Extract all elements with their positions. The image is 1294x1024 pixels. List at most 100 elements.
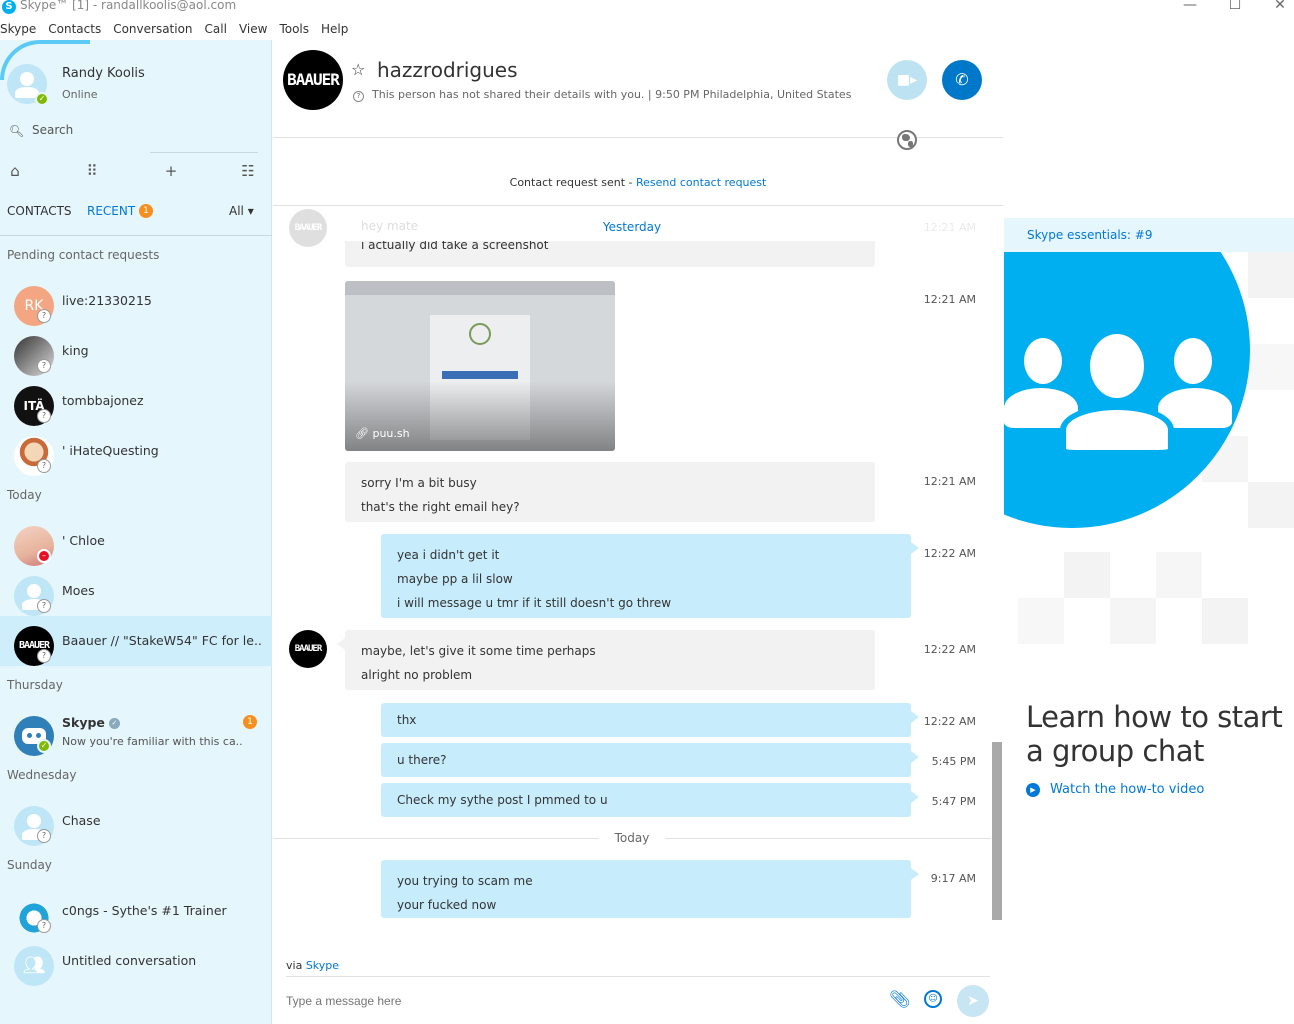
image-button-bar: [442, 371, 518, 379]
contact-name[interactable]: hazzrodrigues: [377, 58, 518, 82]
play-icon: ▶: [1026, 782, 1040, 797]
filter-label: All: [229, 204, 244, 218]
tab-contacts[interactable]: CONTACTS: [7, 204, 72, 218]
section-wednesday: Wednesday: [7, 768, 77, 782]
profile-avatar[interactable]: ✓: [7, 64, 49, 106]
sidebar-item-chase[interactable]: ? Chase: [0, 796, 272, 846]
sidebar-item-label: tombbajonez: [62, 393, 144, 408]
sidebar-item-c0ngs[interactable]: ? c0ngs - Sythe's #1 Trainer: [0, 886, 272, 936]
emoji-icon[interactable]: ☺: [924, 990, 942, 1008]
scrollbar[interactable]: [992, 742, 1002, 920]
contact-request-bar: Contact request sent - Resend contact re…: [273, 138, 1003, 206]
toolbar: ⌂ ⠿ + ☷: [0, 152, 272, 192]
unread-badge: 1: [243, 715, 257, 729]
day-separator-yesterday: Yesterday: [602, 220, 662, 234]
pending-status-icon: ?: [37, 409, 51, 423]
maximize-button[interactable]: ☐: [1220, 0, 1250, 13]
menu-call[interactable]: Call: [205, 20, 227, 40]
essentials-pane: Skype essentials: #9 Learn how to start a…: [1004, 40, 1294, 1024]
message-line: i actually did take a screenshot: [361, 241, 549, 252]
message-bubble: maybe, let's give it some time perhaps a…: [337, 630, 875, 690]
contacts-book-icon[interactable]: ☷: [238, 162, 258, 180]
sidebar: ✓ Randy Koolis Online 🔍︎ Search ⌂ ⠿ + ☷ …: [0, 40, 272, 1024]
sidebar-item-tombbajonez[interactable]: ITÄ ? tombbajonez: [0, 376, 272, 426]
filter-dropdown[interactable]: All ▾: [229, 204, 254, 218]
message-line: you trying to scam me: [397, 874, 533, 888]
message-time: 12:22 AM: [923, 547, 976, 560]
sidebar-item-king[interactable]: ? king: [0, 326, 272, 376]
message-line: your fucked now: [397, 898, 497, 912]
message-time: 5:45 PM: [931, 755, 976, 768]
message-input[interactable]: [286, 994, 846, 1008]
dialpad-icon[interactable]: ⠿: [82, 162, 102, 180]
watch-video-label: Watch the how-to video: [1050, 782, 1205, 797]
minimize-button[interactable]: —: [1175, 0, 1205, 13]
section-today: Today: [7, 488, 42, 502]
day-separator-label: Today: [598, 831, 666, 845]
conversation-pane: BAAUER ☆ hazzrodrigues ? This person has …: [273, 40, 1003, 1024]
message-line: that's the right email hey?: [361, 500, 520, 514]
day-separator-today: Today: [273, 831, 991, 845]
send-button[interactable]: ➤: [957, 985, 989, 1017]
avatar: ?: [7, 801, 54, 846]
essentials-label[interactable]: Skype essentials: #9: [1027, 228, 1152, 242]
message-time: 12:21 AM: [923, 475, 976, 488]
pending-status-icon: ?: [37, 829, 51, 843]
message-bubble: i actually did take a screenshot: [345, 241, 875, 267]
online-status-icon: ✓: [37, 739, 51, 753]
section-thursday: Thursday: [7, 678, 63, 692]
watch-video-link[interactable]: ▶ Watch the how-to video: [1026, 782, 1204, 797]
profile-name[interactable]: Randy Koolis: [62, 66, 145, 81]
pending-status-icon: ?: [37, 459, 51, 473]
via-skype-link[interactable]: Skype: [306, 959, 339, 972]
sidebar-item-untitled-conversation[interactable]: 👥︎ Untitled conversation: [0, 936, 272, 986]
menu-help[interactable]: Help: [321, 20, 348, 40]
home-icon[interactable]: ⌂: [5, 162, 25, 180]
sidebar-item-ihatequesting[interactable]: ? ' iHateQuesting: [0, 426, 272, 476]
tab-recent[interactable]: RECENT: [87, 204, 135, 218]
message-list: BAAUER hey mate 12:21 AM Yesterday i act…: [273, 207, 1003, 952]
avatar: ?: [7, 331, 54, 376]
message-time: 12:22 AM: [923, 715, 976, 728]
sidebar-item-label: ' iHateQuesting: [62, 443, 159, 458]
heading-line-2: a group chat: [1026, 734, 1204, 768]
sidebar-item-label: Untitled conversation: [62, 953, 197, 968]
message-line: alright no problem: [361, 668, 473, 682]
favorite-star-icon[interactable]: ☆: [351, 60, 365, 79]
check-circle-icon: [469, 323, 491, 345]
message-time: 12:21 AM: [923, 293, 976, 306]
message-line: maybe pp a lil slow: [397, 572, 513, 586]
menu-tools[interactable]: Tools: [279, 20, 309, 40]
sidebar-item-baauer[interactable]: BAAUER ? Baauer // "StakeW54" FC for le.…: [0, 616, 272, 666]
sidebar-item-skype[interactable]: ✓ Skype ✓ Now you're familiar with this c…: [0, 706, 272, 756]
audio-call-button[interactable]: ✆: [942, 60, 982, 100]
profile-status[interactable]: Online: [62, 88, 97, 101]
menu-conversation[interactable]: Conversation: [113, 20, 192, 40]
link-icon: 🔗︎: [355, 427, 369, 440]
close-button[interactable]: ✕: [1265, 0, 1294, 13]
last-message-preview: Now you're familiar with this ca...: [62, 735, 242, 748]
attachment-icon[interactable]: 📎︎: [889, 990, 911, 1010]
message-line: yea i didn't get it: [397, 548, 500, 562]
search-box[interactable]: 🔍︎ Search: [7, 122, 257, 142]
video-call-button[interactable]: ■▸: [887, 60, 927, 100]
sidebar-item-label: c0ngs - Sythe's #1 Trainer: [62, 903, 227, 918]
menu-view[interactable]: View: [239, 20, 267, 40]
image-preview[interactable]: 🔗︎ puu.sh: [345, 281, 615, 451]
sidebar-item-label: Moes: [62, 583, 95, 598]
resend-request-link[interactable]: Resend contact request: [636, 176, 766, 189]
sidebar-item-label: Baauer // "StakeW54" FC for le...: [62, 633, 262, 648]
sidebar-item-moes[interactable]: ? Moes: [0, 566, 272, 616]
menu-skype[interactable]: Skype: [0, 20, 36, 40]
sidebar-item-label: live:21330215: [62, 293, 152, 308]
sidebar-item-live-21330215[interactable]: RK ? live:21330215: [0, 276, 272, 326]
message-bubble: Check my sythe post I pmmed to u: [381, 783, 919, 817]
image-source-label: puu.sh: [372, 427, 410, 440]
skype-logo-icon: S: [2, 0, 16, 14]
menu-contacts[interactable]: Contacts: [48, 20, 101, 40]
add-icon[interactable]: +: [161, 162, 181, 180]
message-line: thx: [397, 713, 417, 727]
sidebar-item-chloe[interactable]: – ' Chloe: [0, 516, 272, 566]
image-source-link[interactable]: 🔗︎ puu.sh: [355, 427, 410, 440]
contact-avatar[interactable]: BAAUER: [283, 50, 343, 110]
